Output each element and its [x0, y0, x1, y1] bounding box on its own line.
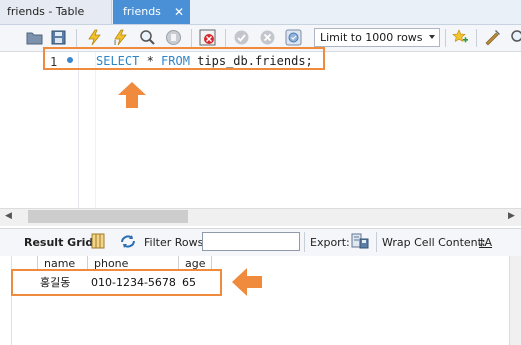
search-icon[interactable] [509, 29, 521, 46]
scroll-right-icon[interactable]: ▶ [508, 211, 515, 221]
chevron-down-icon [429, 35, 435, 39]
close-icon[interactable]: ✕ [174, 0, 184, 24]
bookmark-star-icon[interactable] [452, 29, 469, 46]
save-icon[interactable] [50, 29, 67, 46]
fold-margin-divider [95, 52, 96, 208]
export-label: Export: [310, 236, 350, 249]
scroll-left-icon[interactable]: ◀ [5, 211, 12, 221]
gutter-divider [78, 52, 79, 208]
limit-rows-select[interactable]: Limit to 1000 rows [314, 28, 440, 47]
autocommit-icon[interactable] [285, 29, 302, 46]
toolbar-divider [304, 232, 305, 252]
arrow-up-icon [116, 80, 148, 113]
grid-vertical-scrollbar[interactable] [509, 256, 521, 345]
toggle-error-icon[interactable] [199, 29, 216, 46]
open-folder-icon[interactable] [26, 29, 43, 46]
commit-icon[interactable] [233, 29, 250, 46]
execute-current-icon[interactable]: I [112, 29, 129, 47]
highlight-box-query [43, 47, 325, 70]
stop-icon[interactable] [165, 29, 182, 46]
export-icon[interactable] [351, 233, 369, 252]
result-grid-label[interactable]: Result Grid [24, 236, 93, 249]
tab-label: friends [123, 5, 161, 18]
toolbar-divider [376, 232, 377, 252]
scrollbar-thumb[interactable] [28, 210, 188, 223]
arrow-left-icon [230, 266, 264, 301]
explain-icon[interactable] [139, 29, 156, 46]
filter-rows-label: Filter Rows: [144, 236, 208, 249]
svg-text:I: I [114, 39, 116, 46]
highlight-box-row [11, 269, 222, 296]
limit-rows-value: Limit to 1000 rows [320, 31, 423, 44]
execute-icon[interactable] [86, 29, 103, 46]
beautify-icon[interactable] [484, 29, 501, 46]
form-editor-icon[interactable] [91, 233, 105, 252]
rollback-icon[interactable] [259, 29, 276, 46]
wrap-cell-toggle-icon[interactable]: ‡A [479, 236, 492, 249]
tab-friends-table[interactable]: friends - Table [0, 0, 112, 24]
filter-rows-input[interactable] [202, 232, 300, 251]
refresh-icon[interactable] [120, 234, 136, 252]
wrap-cell-label: Wrap Cell Content: [382, 236, 486, 249]
tab-label: friends - Table [7, 5, 85, 18]
tab-friends-query[interactable]: friends ✕ [113, 0, 190, 24]
